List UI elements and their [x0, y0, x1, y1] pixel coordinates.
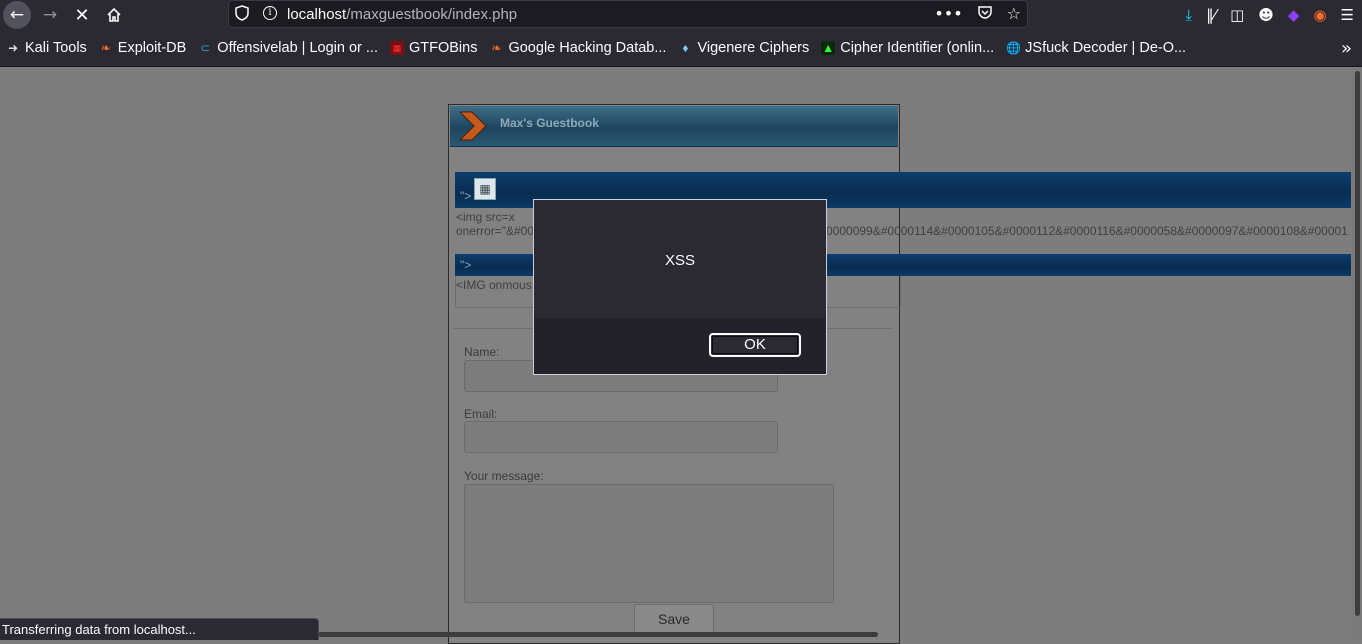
page-actions-icon[interactable]: •••: [934, 4, 962, 23]
bookmark-label: JSfuck Decoder | De-O...: [1025, 40, 1187, 56]
offensivelab-icon: ⊂: [200, 41, 211, 55]
forward-arrow-icon: →: [42, 5, 58, 25]
close-icon: ✕: [74, 4, 90, 26]
home-icon: [107, 7, 121, 22]
exploit-db-icon: ❧: [491, 41, 502, 55]
bookmarks-toolbar: ➜ Kali Tools ❧ Exploit-DB ⊂ Offensivelab…: [0, 30, 1362, 67]
gtfobins-icon: ▦: [389, 41, 404, 55]
extension-icon-2[interactable]: ◉: [1313, 6, 1326, 24]
bookmark-star-icon[interactable]: ☆: [1007, 4, 1021, 23]
scrollbar-thumb[interactable]: [1355, 71, 1360, 616]
url-text[interactable]: localhost/maxguestbook/index.php: [287, 6, 517, 23]
back-button[interactable]: ←: [2, 0, 32, 30]
url-host: localhost: [287, 6, 347, 23]
site-info-icon[interactable]: i: [263, 6, 277, 20]
home-button[interactable]: [99, 0, 129, 30]
status-bar: Transferring data from localhost...: [0, 618, 319, 640]
dialog-footer: OK: [534, 318, 826, 374]
diamond-icon: ♦: [682, 41, 689, 55]
vertical-scrollbar[interactable]: [1352, 67, 1362, 640]
entry-message-line: <img src=x: [456, 210, 515, 224]
back-arrow-icon: ←: [3, 1, 31, 29]
bookmark-label: Offensivelab | Login or ...: [217, 40, 378, 56]
stop-button[interactable]: ✕: [67, 0, 97, 30]
name-label: Name:: [464, 345, 500, 359]
bookmark-label: Kali Tools: [25, 40, 87, 56]
toolbar-right-icons: ⤓ ‖⁄ ◫ ☻ ◆ ◉ ☰: [1185, 0, 1354, 30]
bookmark-google-hacking[interactable]: ❧ Google Hacking Datab...: [489, 40, 666, 56]
bookmark-list: ➜ Kali Tools ❧ Exploit-DB ⊂ Offensivelab…: [6, 30, 1198, 66]
save-button[interactable]: Save: [634, 604, 714, 634]
ok-button[interactable]: OK: [709, 333, 801, 357]
bookmark-offensivelab[interactable]: ⊂ Offensivelab | Login or ...: [198, 40, 378, 56]
bookmark-gtfobins[interactable]: ▦ GTFOBins: [389, 40, 478, 56]
bookmark-jsfuck[interactable]: 🌐 JSfuck Decoder | De-O...: [1006, 40, 1186, 56]
broken-image-icon: ▦: [474, 178, 496, 200]
message-label: Your message:: [464, 469, 544, 483]
pocket-icon[interactable]: [977, 4, 993, 20]
exploit-db-icon: ❧: [100, 41, 111, 55]
entry-message-overflow: 0000099&#0000114&#0000105&#0000112&#0000…: [826, 224, 1348, 238]
account-icon[interactable]: ☻: [1258, 6, 1274, 24]
tracking-protection-shield-icon[interactable]: [235, 5, 249, 21]
entry-message: <img src=x onerror="&#00: [456, 210, 534, 238]
horizontal-scrollbar-thumb[interactable]: [318, 632, 878, 637]
extension-icon[interactable]: ◆: [1288, 6, 1300, 24]
browser-toolbar: ← → ✕ i localhost/maxguestbook/index.php…: [0, 0, 1362, 30]
url-actions: ••• ☆: [934, 4, 1021, 23]
download-icon[interactable]: ⤓: [1185, 6, 1192, 24]
sidebar-icon[interactable]: ◫: [1230, 6, 1244, 24]
bookmark-cipher-identifier[interactable]: ▲ Cipher Identifier (onlin...: [821, 40, 994, 56]
globe-icon: 🌐: [1006, 41, 1022, 55]
library-icon[interactable]: ‖⁄: [1206, 6, 1216, 24]
forward-button[interactable]: →: [35, 0, 65, 30]
bookmark-kali-tools[interactable]: ➜ Kali Tools: [6, 40, 87, 56]
menu-icon[interactable]: ☰: [1341, 6, 1354, 24]
kali-dragon-icon: ➜: [7, 41, 19, 55]
email-field[interactable]: [464, 421, 778, 453]
email-label: Email:: [464, 407, 498, 421]
bookmark-label: GTFOBins: [408, 40, 478, 56]
url-path: /maxguestbook/index.php: [346, 6, 518, 23]
bookmark-label: Google Hacking Datab...: [508, 40, 667, 56]
alert-dialog: XSS OK: [533, 199, 827, 375]
bookmark-label: Exploit-DB: [117, 40, 187, 56]
dcode-icon: ▲: [821, 41, 836, 55]
bookmark-label: Vigenere Ciphers: [697, 40, 810, 56]
entry-name: ">: [460, 258, 472, 272]
url-bar[interactable]: i localhost/maxguestbook/index.php ••• ☆: [228, 0, 1028, 28]
dialog-message: XSS: [664, 252, 695, 269]
bookmarks-overflow-chevron-icon[interactable]: »: [1341, 38, 1352, 59]
bookmark-label: Cipher Identifier (onlin...: [840, 40, 995, 56]
message-textarea[interactable]: [464, 484, 834, 603]
dialog-body: XSS: [534, 200, 826, 318]
chevron-logo-icon: [458, 111, 487, 141]
entry-message-line: onerror="&#00: [456, 224, 534, 238]
guestbook-header: Max's Guestbook: [450, 106, 898, 147]
entry-name: ">: [460, 189, 472, 203]
bookmark-exploit-db[interactable]: ❧ Exploit-DB: [99, 40, 187, 56]
bookmark-vigenere[interactable]: ♦ Vigenere Ciphers: [678, 40, 809, 56]
guestbook-title: Max's Guestbook: [500, 116, 599, 130]
